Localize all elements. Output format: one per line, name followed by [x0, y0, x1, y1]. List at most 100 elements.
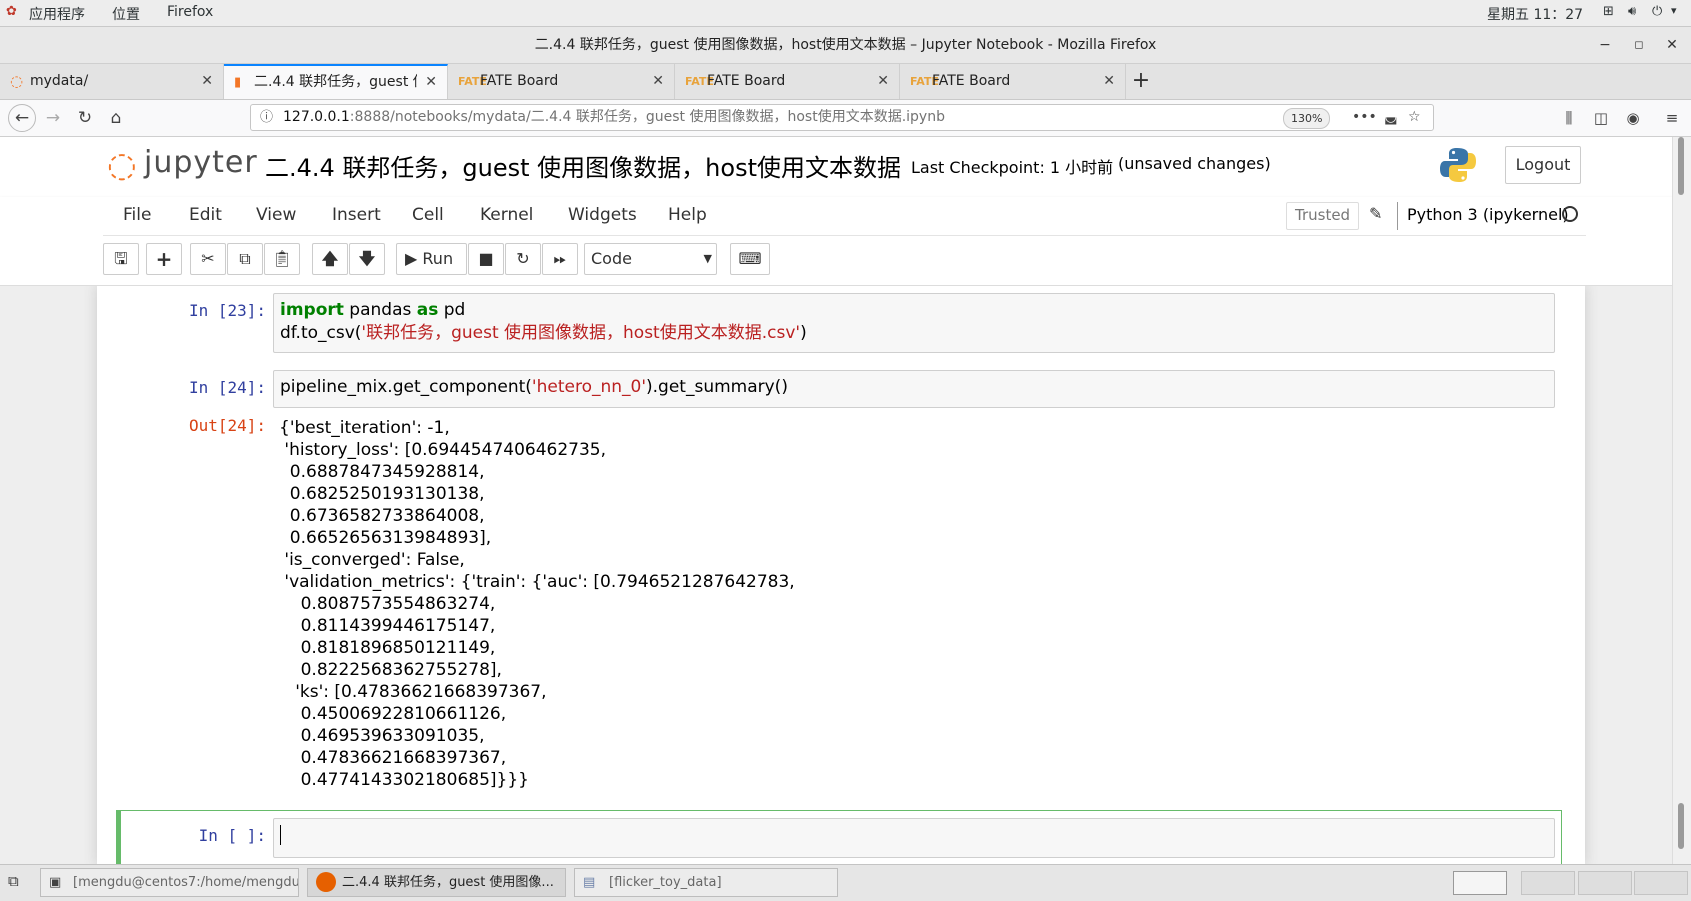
volume-icon[interactable]: 🔊︎ [1628, 4, 1636, 19]
kernel-name[interactable]: Python 3 (ipykernel) [1407, 205, 1569, 224]
cut-button[interactable]: ✂ [190, 243, 226, 275]
scrollbar-thumb[interactable] [1678, 803, 1684, 849]
hamburger-menu-icon[interactable]: ≡ [1660, 106, 1684, 130]
window-title: 二.4.4 联邦任务，guest 使用图像数据，host使用文本数据 – Jup… [534, 37, 1157, 53]
chevron-down-icon: ▼ [703, 252, 712, 265]
tab-label: mydata/ [30, 73, 89, 89]
jupyter-logo-text[interactable]: jupyter [144, 145, 258, 180]
unsaved-changes-status: (unsaved changes) [1118, 154, 1271, 173]
firefox-app-menu[interactable]: Firefox [167, 4, 213, 20]
chevron-down-icon[interactable]: ▾ [1671, 4, 1677, 17]
taskbar: ⧉ ▣ [mengdu@centos7:/home/mengdu/... 二.4… [0, 864, 1691, 901]
cell-type-value: Code [591, 249, 632, 268]
url-bar[interactable]: ⓘ 127.0.0.1:8888/notebooks/mydata/二.4.4 … [250, 104, 1434, 131]
reload-button[interactable]: ↻ [73, 106, 97, 130]
zoom-level[interactable]: 130% [1283, 108, 1331, 129]
tab-fate-board-2[interactable]: FATE FATE Board ✕ [675, 64, 900, 99]
tab-fate-board-3[interactable]: FATE FATE Board ✕ [900, 64, 1126, 99]
jupyter-logo-icon[interactable]: ◌ [107, 145, 137, 185]
clock[interactable]: 星期五 11：27 [1487, 4, 1583, 24]
task-label: 二.4.4 联邦任务，guest 使用图像... [342, 875, 554, 890]
run-button[interactable]: ▶ Run [396, 243, 467, 275]
restart-button[interactable]: ↻ [505, 243, 541, 275]
task-terminal[interactable]: ▣ [mengdu@centos7:/home/mengdu/... [40, 868, 299, 897]
close-icon[interactable]: ✕ [425, 66, 437, 99]
places-menu[interactable]: 位置 [112, 4, 140, 24]
menu-help[interactable]: Help [668, 205, 707, 225]
keyboard-shortcuts-button[interactable]: ⌨ [730, 243, 770, 275]
python-logo-icon [1439, 146, 1477, 184]
insert-cell-button[interactable]: + [146, 243, 182, 275]
kernel-idle-icon [1562, 206, 1578, 222]
menu-cell[interactable]: Cell [412, 205, 444, 225]
edit-pencil-icon[interactable]: ✎ [1369, 204, 1382, 223]
applications-menu[interactable]: 应用程序 [29, 4, 85, 24]
divider [1397, 202, 1398, 230]
bookmark-star-icon[interactable]: ☆ [1408, 105, 1421, 130]
home-button[interactable]: ⌂ [104, 106, 128, 130]
workspace-2[interactable] [1521, 871, 1575, 895]
network-icon[interactable]: ⊞ [1603, 4, 1614, 19]
menu-widgets[interactable]: Widgets [568, 205, 637, 225]
power-icon[interactable]: ⏻ [1652, 4, 1662, 19]
sidebar-icon[interactable]: ◫ [1589, 106, 1613, 130]
library-icon[interactable]: ⫼ [1557, 106, 1581, 130]
page-actions-icon[interactable]: ••• [1352, 105, 1377, 130]
workspace-4[interactable] [1634, 871, 1688, 895]
jupyter-icon: ◌ [10, 72, 24, 90]
url-text: 127.0.0.1:8888/notebooks/mydata/二.4.4 联邦… [283, 109, 945, 125]
save-button[interactable]: 🖫︎ [103, 243, 139, 275]
close-icon[interactable]: ✕ [652, 64, 664, 99]
empty-code-cell[interactable] [273, 818, 1555, 858]
maximize-button[interactable]: ◻ [1624, 27, 1654, 63]
file-manager-icon: ▤ [583, 875, 596, 890]
close-icon[interactable]: ✕ [877, 64, 889, 99]
copy-button[interactable]: ⧉ [227, 243, 263, 275]
notebook-icon: ▮ [234, 75, 242, 90]
close-icon[interactable]: ✕ [201, 64, 213, 99]
account-icon[interactable]: ◉ [1621, 106, 1645, 130]
close-window-button[interactable]: ✕ [1657, 27, 1687, 63]
run-label: Run [422, 249, 454, 268]
close-icon[interactable]: ✕ [1103, 64, 1115, 99]
checkpoint-status: Last Checkpoint: 1 小时前 [911, 158, 1114, 177]
workspace-1[interactable] [1453, 871, 1507, 895]
workspace-3[interactable] [1578, 871, 1632, 895]
info-icon[interactable]: ⓘ [260, 105, 273, 130]
output-24: {'best_iteration': -1, 'history_loss': [… [279, 418, 795, 790]
applications-icon: ✿ [6, 4, 17, 19]
task-files[interactable]: ▤ [flicker_toy_data] [574, 868, 838, 897]
forward-button[interactable]: → [41, 106, 65, 130]
logout-button[interactable]: Logout [1505, 146, 1581, 184]
pocket-icon[interactable]: ◛ [1384, 105, 1398, 130]
code-cell-24[interactable]: pipeline_mix.get_component('hetero_nn_0'… [273, 370, 1555, 408]
task-firefox[interactable]: 二.4.4 联邦任务，guest 使用图像... [307, 868, 566, 897]
minimize-button[interactable]: − [1590, 27, 1620, 63]
new-tab-button[interactable]: + [1128, 68, 1154, 94]
menu-kernel[interactable]: Kernel [480, 205, 533, 225]
trusted-indicator[interactable]: Trusted [1286, 202, 1360, 230]
tab-bar: ◌ mydata/ ✕ ▮ 二.4.4 联邦任务，guest 使 ✕ FATE … [0, 64, 1691, 100]
tab-notebook[interactable]: ▮ 二.4.4 联邦任务，guest 使 ✕ [224, 64, 448, 99]
tab-label: 二.4.4 联邦任务，guest 使 [254, 74, 417, 90]
tab-fate-board-1[interactable]: FATE FATE Board ✕ [448, 64, 675, 99]
show-desktop-icon[interactable]: ⧉ [8, 872, 19, 890]
menu-edit[interactable]: Edit [189, 205, 222, 225]
back-button[interactable]: ← [8, 104, 36, 132]
interrupt-button[interactable]: ■ [468, 243, 504, 275]
cell-type-select[interactable]: Code ▼ [584, 243, 717, 275]
scrollbar-thumb-top[interactable] [1678, 137, 1684, 195]
tab-mydata[interactable]: ◌ mydata/ ✕ [0, 64, 224, 99]
paste-button[interactable]: 📋︎ [264, 243, 300, 275]
menu-insert[interactable]: Insert [332, 205, 381, 225]
code-cell-23[interactable]: import pandas as pd df.to_csv('联邦任务，gues… [273, 293, 1555, 353]
notebook-container: In [23]: import pandas as pd df.to_csv('… [97, 286, 1585, 864]
vertical-scrollbar[interactable] [1672, 137, 1691, 864]
notebook-title[interactable]: 二.4.4 联邦任务，guest 使用图像数据，host使用文本数据 [265, 148, 901, 183]
menu-file[interactable]: File [123, 205, 151, 225]
menu-view[interactable]: View [256, 205, 296, 225]
output-prompt: Out[24]: [188, 416, 266, 435]
restart-run-all-button[interactable]: ⏩︎ [542, 243, 578, 275]
move-down-button[interactable]: 🡇 [349, 243, 385, 275]
move-up-button[interactable]: 🡅 [312, 243, 348, 275]
